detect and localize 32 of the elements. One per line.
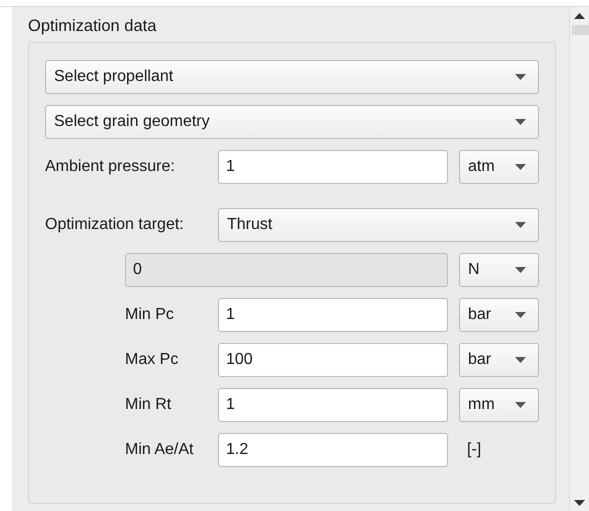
caret-icon bbox=[515, 267, 526, 273]
down-arrow-icon[interactable] bbox=[574, 500, 585, 506]
dropdown[interactable]: Select propellant bbox=[45, 60, 539, 94]
up-arrow-icon[interactable] bbox=[574, 13, 585, 19]
caret-icon bbox=[515, 164, 526, 170]
dropdown[interactable]: atm bbox=[459, 150, 539, 184]
field-label: Optimization target: bbox=[45, 216, 185, 234]
field-label: Min Pc bbox=[125, 306, 175, 324]
caret-icon bbox=[515, 74, 526, 80]
input-field[interactable]: 1 bbox=[218, 298, 448, 332]
dropdown[interactable]: bar bbox=[459, 343, 539, 377]
field-label: Ambient pressure: bbox=[45, 158, 176, 176]
input-field[interactable]: 1.2 bbox=[218, 433, 448, 467]
panel-title: Optimization data bbox=[28, 17, 158, 36]
dropdown[interactable]: mm bbox=[459, 388, 539, 422]
caret-icon bbox=[515, 312, 526, 318]
caret-icon bbox=[515, 119, 526, 125]
field-label: Min Ae/At bbox=[125, 441, 194, 459]
dropdown[interactable]: Select grain geometry bbox=[45, 105, 539, 139]
caret-icon bbox=[515, 357, 526, 363]
field-label: Max Pc bbox=[125, 351, 180, 369]
scrollbar[interactable] bbox=[569, 7, 589, 511]
field-label: Min Rt bbox=[125, 396, 172, 414]
unit-label: [-] bbox=[466, 441, 482, 459]
dropdown[interactable]: bar bbox=[459, 298, 539, 332]
input-field[interactable]: 100 bbox=[218, 343, 448, 377]
scroll-thumb[interactable] bbox=[572, 25, 589, 35]
input-field[interactable]: 1 bbox=[218, 150, 448, 184]
caret-icon bbox=[515, 222, 526, 228]
dropdown[interactable]: Thrust bbox=[218, 208, 539, 242]
caret-icon bbox=[515, 402, 526, 408]
input-field[interactable]: 1 bbox=[218, 388, 448, 422]
